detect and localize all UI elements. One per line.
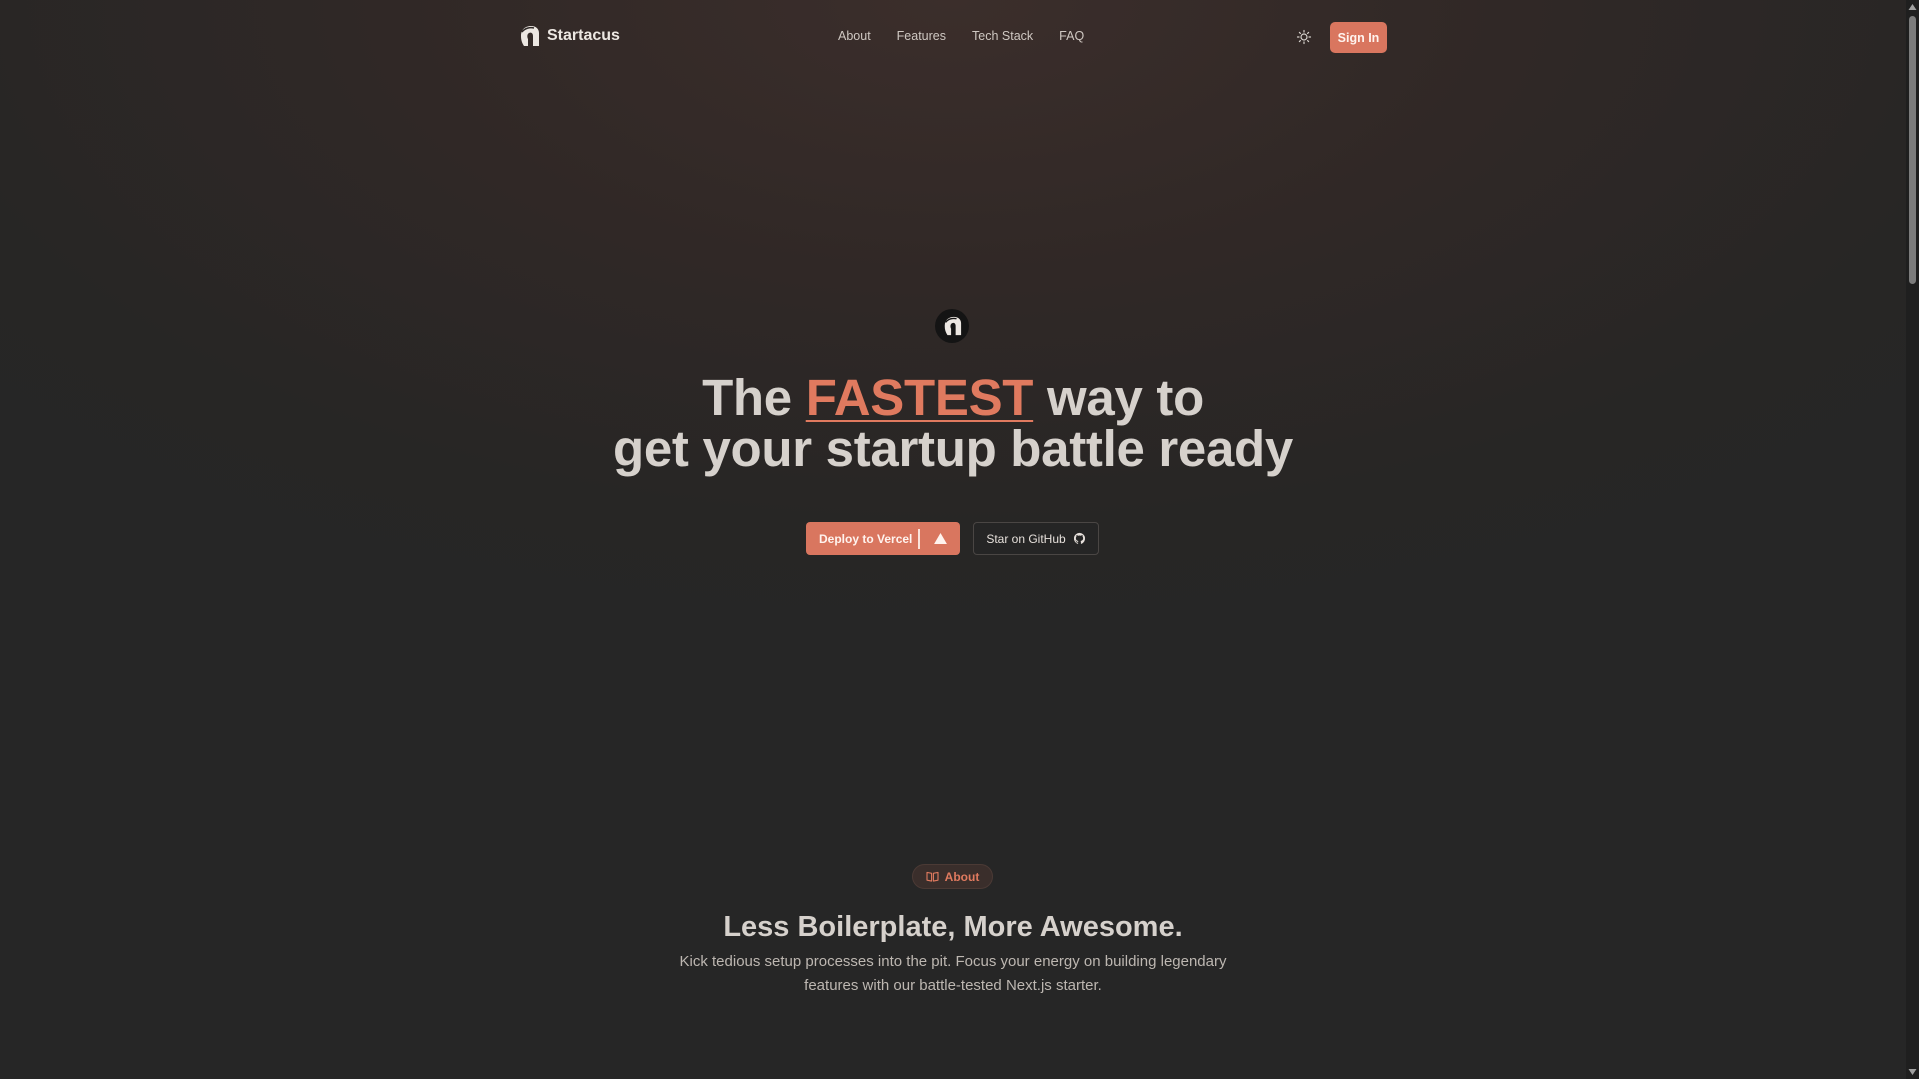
about-section-badge: About xyxy=(912,864,993,889)
nav-link-features[interactable]: Features xyxy=(897,29,946,43)
scroll-down-arrow-icon[interactable] xyxy=(1908,1067,1917,1076)
hero-title-prefix: The xyxy=(702,369,792,426)
brand-logo-link[interactable]: Startacus xyxy=(518,24,620,48)
hero-title-line2: get your startup battle ready xyxy=(613,420,1293,477)
github-icon xyxy=(1073,532,1085,544)
site-header: Startacus About Features Tech Stack FAQ … xyxy=(0,0,1906,74)
sign-in-button[interactable]: Sign In xyxy=(1330,22,1387,53)
hero-title-suffix: way to xyxy=(1047,369,1204,426)
deploy-to-vercel-button[interactable]: Deploy to Vercel xyxy=(806,522,960,555)
nav-link-tech-stack[interactable]: Tech Stack xyxy=(972,29,1033,43)
nav-link-about[interactable]: About xyxy=(838,29,871,43)
nav-link-faq[interactable]: FAQ xyxy=(1059,29,1084,43)
spartan-helmet-icon xyxy=(944,316,962,336)
spartan-helmet-icon xyxy=(521,26,539,46)
vercel-triangle-icon xyxy=(920,533,960,544)
deploy-button-label: Deploy to Vercel xyxy=(819,531,913,546)
about-badge-label: About xyxy=(944,869,980,884)
scroll-up-arrow-icon[interactable] xyxy=(1908,3,1917,12)
theme-toggle-button[interactable] xyxy=(1296,29,1312,45)
about-section-title: Less Boilerplate, More Awesome. xyxy=(723,911,1183,943)
star-on-github-button[interactable]: Star on GitHub xyxy=(973,522,1099,555)
hero-title: The FASTEST way to get your startup batt… xyxy=(0,372,1906,474)
hero-actions: Deploy to Vercel Star on GitHub xyxy=(806,522,1099,555)
vertical-scrollbar[interactable] xyxy=(1906,0,1919,1079)
landing-page: Startacus About Features Tech Stack FAQ … xyxy=(0,0,1906,1079)
scrollbar-thumb[interactable] xyxy=(1909,16,1916,284)
github-button-label: Star on GitHub xyxy=(986,531,1066,546)
about-section-description: Kick tedious setup processes into the pi… xyxy=(679,953,1227,994)
hero-logo xyxy=(935,309,969,343)
sun-icon xyxy=(1296,29,1312,45)
brand-name: Startacus xyxy=(547,27,620,44)
hero-title-accent: FASTEST xyxy=(805,369,1034,426)
main-nav: About Features Tech Stack FAQ xyxy=(838,29,1084,43)
book-open-icon xyxy=(926,871,939,882)
